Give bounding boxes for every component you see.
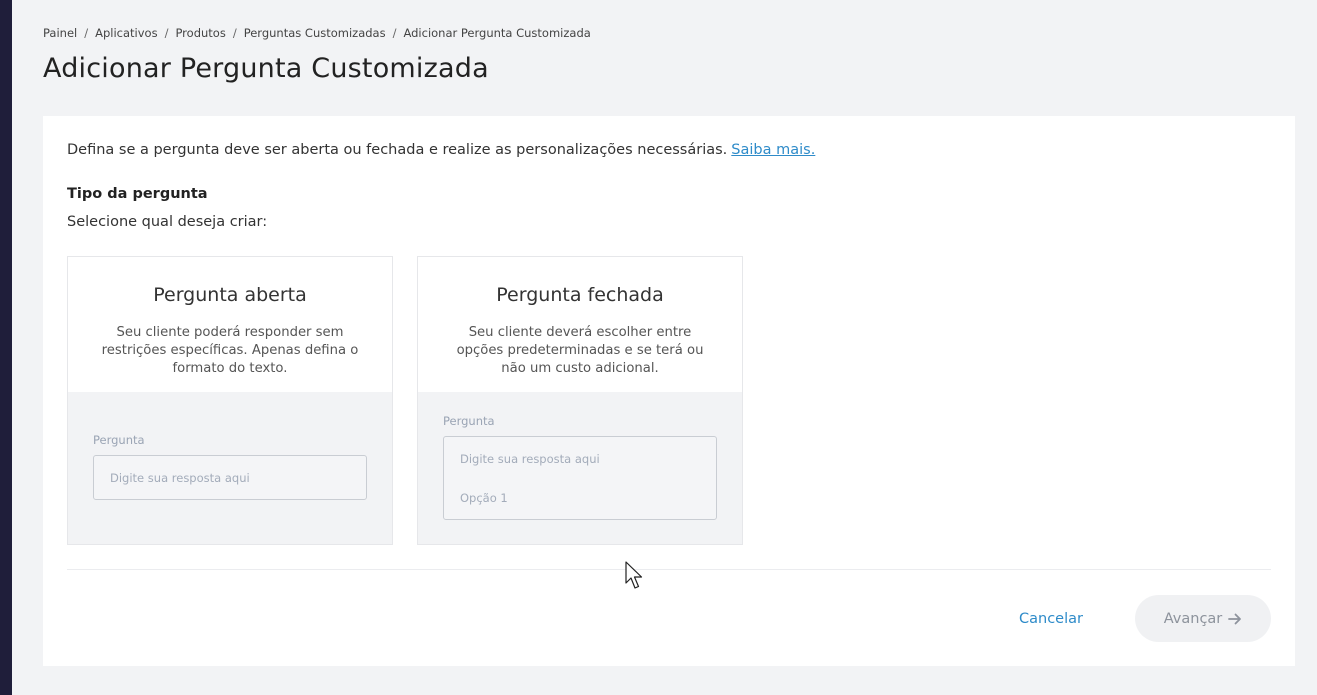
intro-text: Defina se a pergunta deve ser aberta ou … (67, 142, 815, 158)
next-button[interactable]: Avançar (1135, 595, 1271, 642)
cancel-button[interactable]: Cancelar (1003, 595, 1099, 642)
preview-label: Pergunta (93, 433, 145, 447)
breadcrumb-item-aplicativos[interactable]: Aplicativos (95, 26, 157, 40)
learn-more-link[interactable]: Saiba mais. (731, 142, 815, 158)
sidebar-strip (0, 0, 12, 695)
intro-description: Defina se a pergunta deve ser aberta ou … (67, 142, 728, 158)
question-type-title: Tipo da pergunta (67, 186, 208, 202)
preview-option: Opção 1 (460, 491, 508, 505)
page: Painel / Aplicativos / Produtos / Pergun… (43, 0, 1295, 695)
breadcrumb-item-painel[interactable]: Painel (43, 26, 77, 40)
preview-input: Digite sua resposta aqui (93, 455, 367, 500)
breadcrumb-item-produtos[interactable]: Produtos (175, 26, 225, 40)
question-type-subtitle: Selecione qual deseja criar: (67, 214, 268, 230)
preview-label: Pergunta (443, 414, 495, 428)
preview-placeholder: Digite sua resposta aqui (460, 452, 600, 466)
open-question-preview: Pergunta Digite sua resposta aqui (68, 392, 392, 544)
preview-input: Digite sua resposta aqui Opção 1 (443, 436, 717, 520)
footer-divider (67, 569, 1271, 570)
breadcrumb-item-perguntas-customizadas[interactable]: Perguntas Customizadas (244, 26, 386, 40)
mouse-pointer-icon (625, 561, 643, 589)
closed-question-preview: Pergunta Digite sua resposta aqui Opção … (418, 392, 742, 544)
breadcrumb-item-current: Adicionar Pergunta Customizada (403, 26, 591, 40)
breadcrumb-separator: / (392, 26, 397, 40)
breadcrumb: Painel / Aplicativos / Produtos / Pergun… (43, 26, 591, 40)
breadcrumb-separator: / (164, 26, 169, 40)
open-question-description: Seu cliente poderá responder sem restriç… (101, 325, 359, 376)
breadcrumb-separator: / (84, 26, 89, 40)
next-button-label: Avançar (1163, 610, 1223, 627)
closed-question-title: Pergunta fechada (496, 284, 664, 306)
open-question-title: Pergunta aberta (153, 284, 307, 306)
open-question-option[interactable]: Pergunta aberta Seu cliente poderá respo… (67, 256, 393, 545)
form-card: Defina se a pergunta deve ser aberta ou … (43, 116, 1295, 666)
closed-question-description: Seu cliente deverá escolher entre opções… (456, 325, 704, 376)
page-title: Adicionar Pergunta Customizada (43, 53, 489, 84)
closed-question-option[interactable]: Pergunta fechada Seu cliente deverá esco… (417, 256, 743, 545)
breadcrumb-separator: / (232, 26, 237, 40)
preview-placeholder: Digite sua resposta aqui (110, 471, 250, 485)
arrow-right-icon (1228, 613, 1242, 624)
